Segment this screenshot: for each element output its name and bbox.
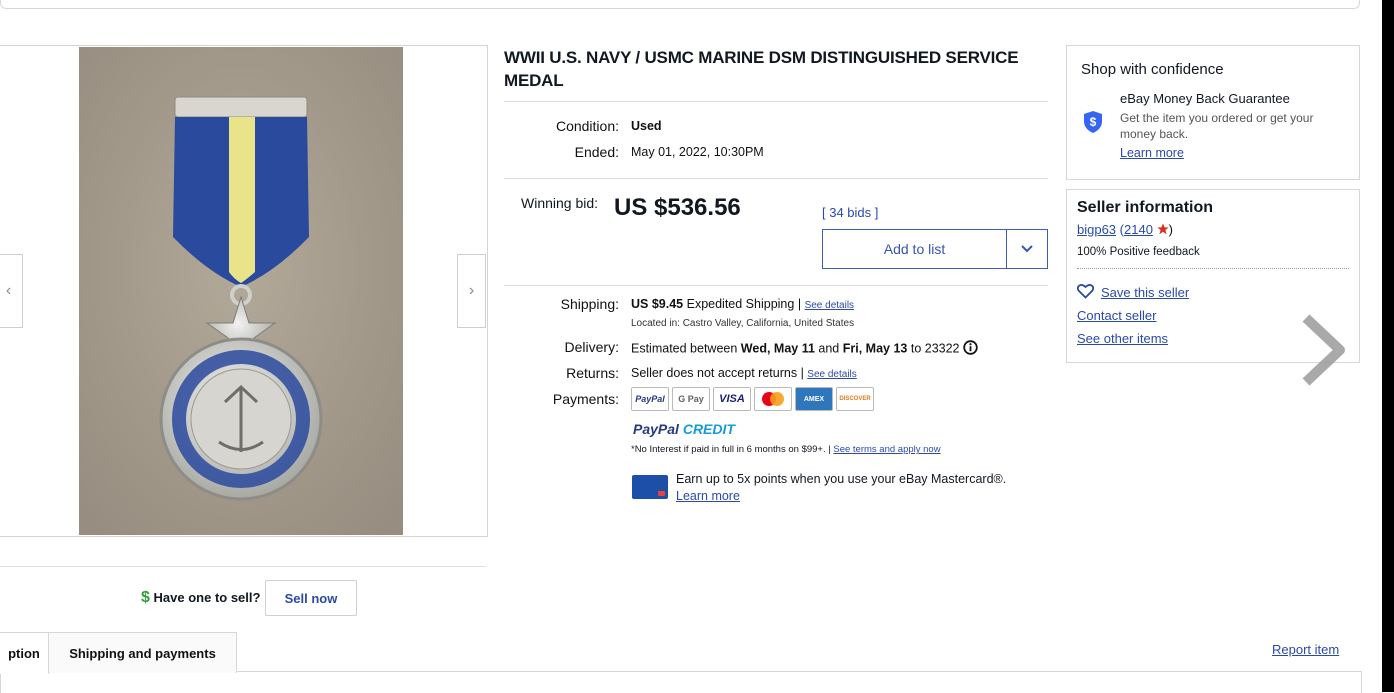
tab-description[interactable]: ption bbox=[0, 632, 50, 674]
item-location: Located in: Castro Valley, California, U… bbox=[631, 318, 855, 329]
svg-text:$: $ bbox=[1090, 115, 1097, 129]
contact-seller-link[interactable]: Contact seller bbox=[1077, 308, 1156, 323]
separator: | bbox=[800, 366, 804, 380]
condition-value: Used bbox=[631, 119, 662, 133]
returns-value: Seller does not accept returns bbox=[631, 366, 798, 380]
delivery-and: and bbox=[818, 341, 840, 356]
star-icon bbox=[1156, 223, 1169, 238]
shipping-info: US $9.45 Expedited Shipping | See detail… bbox=[631, 297, 854, 311]
mastercard-learn-more-link[interactable]: Learn more bbox=[676, 489, 740, 503]
divider bbox=[504, 178, 1048, 179]
delivery-end: Fri, May 13 bbox=[842, 341, 908, 356]
mastercard-logo bbox=[754, 387, 792, 411]
ended-label: Ended: bbox=[574, 144, 619, 160]
paypal-credit-logo: PayPal CREDIT bbox=[633, 421, 735, 437]
mastercard-card-icon bbox=[632, 475, 668, 499]
chevron-down-icon[interactable] bbox=[1007, 230, 1047, 268]
delivery-zip: to 23322 bbox=[910, 341, 960, 356]
mastercard-offer: Earn up to 5x points when you use your e… bbox=[676, 471, 1046, 505]
medal-image bbox=[79, 47, 403, 535]
shipping-price: US $9.45 bbox=[631, 297, 684, 311]
shipping-see-details-link[interactable]: See details bbox=[805, 300, 854, 311]
amex-logo: AMEX bbox=[795, 387, 833, 411]
positive-feedback: 100% Positive feedback bbox=[1077, 246, 1200, 258]
discover-logo: DISCOVER bbox=[836, 387, 874, 411]
tab-shipping-payments[interactable]: Shipping and payments bbox=[48, 632, 237, 673]
divider bbox=[0, 566, 486, 567]
returns-see-details-link[interactable]: See details bbox=[807, 369, 856, 380]
window-edge bbox=[1382, 0, 1394, 692]
see-other-items-link[interactable]: See other items bbox=[1077, 331, 1168, 346]
add-to-list-button[interactable]: Add to list bbox=[822, 229, 1048, 269]
credit-terms-link[interactable]: See terms and apply now bbox=[833, 444, 940, 455]
guarantee-text: Get the item you ordered or get your mon… bbox=[1120, 111, 1314, 141]
sell-prompt-text: Have one to sell? bbox=[153, 590, 261, 605]
delivery-info: Estimated between Wed, May 11 and Fri, M… bbox=[631, 340, 978, 358]
feedback-close-paren: ) bbox=[1168, 222, 1173, 237]
top-container-edge bbox=[0, 0, 1360, 9]
delivery-prefix: Estimated between bbox=[631, 341, 738, 356]
chevron-left-icon[interactable]: ‹ bbox=[0, 254, 23, 328]
feedback-score-link[interactable]: 2140 bbox=[1124, 222, 1153, 237]
seller-username-link[interactable]: bigp63 bbox=[1077, 222, 1116, 237]
winning-bid-label: Winning bid: bbox=[521, 195, 599, 211]
credit-note-text: *No Interest if paid in full in 6 months… bbox=[631, 444, 831, 455]
condition-label: Condition: bbox=[555, 118, 619, 134]
tab-panel bbox=[0, 671, 1362, 693]
chevron-right-icon[interactable]: › bbox=[457, 254, 486, 328]
guarantee-title: eBay Money Back Guarantee bbox=[1120, 91, 1290, 106]
divider bbox=[504, 285, 1048, 286]
carousel-next-icon[interactable] bbox=[1296, 312, 1350, 393]
item-photo[interactable] bbox=[79, 47, 403, 535]
item-title: WWII U.S. NAVY / USMC MARINE DSM DISTING… bbox=[504, 48, 1019, 90]
heart-icon[interactable] bbox=[1076, 284, 1095, 304]
add-to-list-label[interactable]: Add to list bbox=[823, 230, 1007, 268]
save-seller-link[interactable]: Save this seller bbox=[1101, 285, 1189, 300]
bids-link[interactable]: [ 34 bids ] bbox=[822, 205, 878, 220]
payment-methods: PayPal G Pay VISA AMEX DISCOVER bbox=[631, 387, 877, 411]
sell-now-button[interactable]: Sell now bbox=[265, 580, 357, 616]
sell-prompt: $ Have one to sell? bbox=[141, 589, 260, 607]
payments-label: Payments: bbox=[552, 391, 619, 407]
confidence-learn-more-link[interactable]: Learn more bbox=[1120, 146, 1184, 160]
winning-bid-price: US $536.56 bbox=[614, 194, 741, 221]
confidence-heading: Shop with confidence bbox=[1081, 61, 1224, 78]
returns-label: Returns: bbox=[566, 365, 619, 381]
info-icon[interactable] bbox=[963, 340, 978, 358]
gpay-logo: G Pay bbox=[672, 387, 710, 411]
visa-logo: VISA bbox=[713, 387, 751, 411]
paypal-credit-word-a: PayPal bbox=[633, 421, 679, 437]
dollar-icon: $ bbox=[141, 589, 150, 606]
shipping-method: Expedited Shipping bbox=[686, 297, 795, 311]
separator: | bbox=[797, 297, 802, 311]
ended-value: May 01, 2022, 10:30PM bbox=[631, 145, 764, 159]
credit-note: *No Interest if paid in full in 6 months… bbox=[631, 444, 941, 455]
delivery-start: Wed, May 11 bbox=[740, 341, 815, 356]
report-item-link[interactable]: Report item bbox=[1272, 642, 1339, 657]
seller-id-row: bigp63 (2140 ) bbox=[1077, 222, 1173, 238]
shipping-label: Shipping: bbox=[560, 296, 619, 312]
shield-dollar-icon: $ bbox=[1083, 110, 1103, 139]
returns-info: Seller does not accept returns | See det… bbox=[631, 366, 857, 380]
divider bbox=[504, 101, 1048, 102]
seller-heading: Seller information bbox=[1077, 199, 1214, 216]
mastercard-offer-text: Earn up to 5x points when you use your e… bbox=[676, 472, 1007, 486]
paypal-credit-word-b: CREDIT bbox=[682, 421, 735, 437]
paypal-logo: PayPal bbox=[631, 387, 669, 411]
delivery-label: Delivery: bbox=[564, 339, 619, 355]
divider bbox=[1077, 268, 1349, 269]
